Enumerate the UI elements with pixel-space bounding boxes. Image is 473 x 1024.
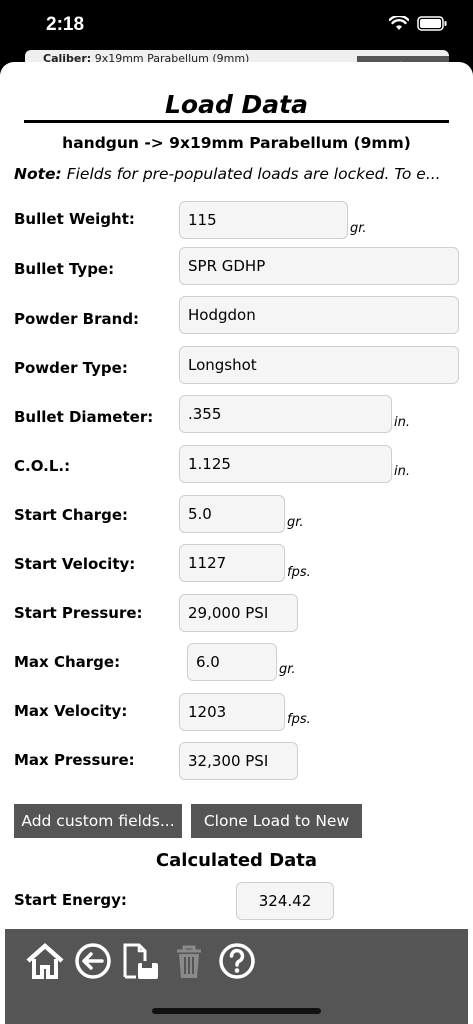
add-custom-fields-button[interactable]: Add custom fields... xyxy=(14,804,182,838)
powder-brand-field[interactable]: Hodgdon xyxy=(179,296,459,334)
powder-type-label: Powder Type: xyxy=(14,359,128,377)
start-velocity-unit: fps. xyxy=(287,565,311,580)
powder-brand-label: Powder Brand: xyxy=(14,310,140,328)
note-label: Note: xyxy=(14,165,62,183)
start-charge-field[interactable]: 5.0 xyxy=(179,495,285,533)
note-text: Fields for pre-populated loads are locke… xyxy=(66,165,441,183)
bullet-weight-label: Bullet Weight: xyxy=(14,210,135,228)
locked-fields-note: Note: Fields for pre-populated loads are… xyxy=(14,165,459,183)
start-charge-label: Start Charge: xyxy=(14,506,129,524)
breadcrumb: handgun -> 9x19mm Parabellum (9mm) xyxy=(62,134,411,152)
clone-load-button[interactable]: Clone Load to New xyxy=(191,804,362,838)
save-icon[interactable] xyxy=(121,941,161,981)
start-velocity-label: Start Velocity: xyxy=(14,555,136,573)
help-icon[interactable] xyxy=(217,941,257,981)
status-time: 2:18 xyxy=(46,14,85,35)
title-divider xyxy=(24,120,449,123)
start-charge-unit: gr. xyxy=(287,515,304,530)
bullet-diameter-label: Bullet Diameter: xyxy=(14,408,154,426)
load-data-sheet: Load Data handgun -> 9x19mm Parabellum (… xyxy=(0,62,473,1024)
bullet-diameter-field[interactable]: .355 xyxy=(179,395,392,433)
wifi-icon xyxy=(389,16,409,30)
start-pressure-field[interactable]: 29,000 PSI xyxy=(179,594,298,632)
start-energy-label: Start Energy: xyxy=(14,891,127,909)
page-title: Load Data xyxy=(164,90,309,119)
max-charge-unit: gr. xyxy=(279,662,296,677)
max-velocity-field[interactable]: 1203 xyxy=(179,693,285,731)
powder-type-field[interactable]: Longshot xyxy=(179,346,459,384)
bullet-weight-unit: gr. xyxy=(350,221,367,236)
max-pressure-field[interactable]: 32,300 PSI xyxy=(179,742,298,780)
battery-icon xyxy=(417,16,447,31)
bullet-type-label: Bullet Type: xyxy=(14,260,115,278)
start-pressure-label: Start Pressure: xyxy=(14,604,143,622)
max-charge-field[interactable]: 6.0 xyxy=(187,643,277,681)
status-icons xyxy=(389,16,447,31)
home-icon[interactable] xyxy=(25,941,65,981)
start-velocity-field[interactable]: 1127 xyxy=(179,544,285,582)
trash-icon[interactable] xyxy=(169,941,209,981)
max-velocity-unit: fps. xyxy=(287,712,311,727)
start-energy-value: 324.42 xyxy=(236,882,334,920)
bullet-type-field[interactable]: SPR GDHP xyxy=(179,247,459,285)
col-field[interactable]: 1.125 xyxy=(179,445,392,483)
col-label: C.O.L.: xyxy=(14,457,71,475)
max-charge-label: Max Charge: xyxy=(14,653,121,671)
max-velocity-label: Max Velocity: xyxy=(14,702,128,720)
status-bar: 2:18 xyxy=(0,0,473,50)
col-unit: in. xyxy=(394,464,410,479)
bullet-diameter-unit: in. xyxy=(394,415,410,430)
back-icon[interactable] xyxy=(73,941,113,981)
bullet-weight-field[interactable]: 115 xyxy=(179,201,348,239)
calculated-data-title: Calculated Data xyxy=(155,850,318,871)
max-pressure-label: Max Pressure: xyxy=(14,751,135,769)
home-indicator xyxy=(152,1008,321,1014)
